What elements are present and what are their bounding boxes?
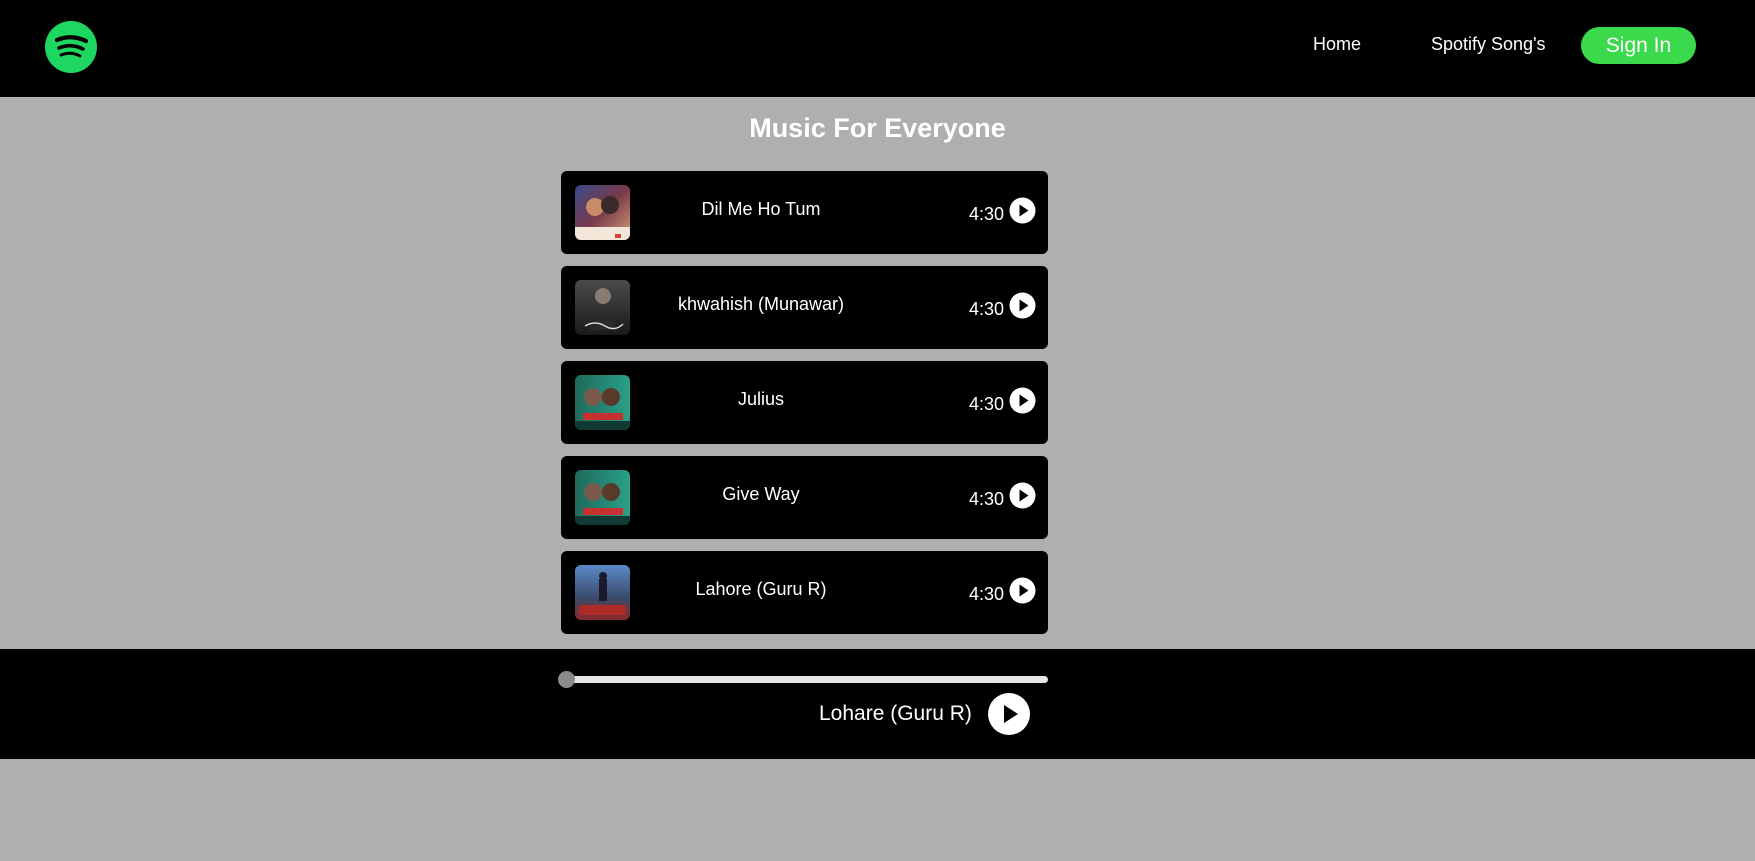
- song-duration: 4:30: [969, 584, 1005, 604]
- spotify-logo-icon[interactable]: [45, 21, 97, 73]
- song-item[interactable]: khwahish (Munawar) 4:30: [561, 266, 1048, 349]
- sign-in-button[interactable]: Sign In: [1581, 27, 1696, 64]
- song-item[interactable]: Lahore (Guru R) 4:30: [561, 551, 1048, 634]
- top-navbar: Home Spotify Song's Sign In: [0, 0, 1755, 97]
- song-title: Julius: [737, 389, 785, 409]
- progress-slider[interactable]: [558, 671, 1048, 688]
- song-title: Dil Me Ho Tum: [701, 199, 821, 219]
- song-duration: 4:30: [969, 394, 1005, 414]
- song-item[interactable]: Julius 4:30: [561, 361, 1048, 444]
- song-item[interactable]: Dil Me Ho Tum 4:30: [561, 171, 1048, 254]
- album-cover-image: [575, 375, 630, 430]
- song-title: Give Way: [722, 484, 800, 504]
- album-cover-image: [575, 280, 630, 335]
- album-cover-image: [575, 470, 630, 525]
- play-circle-icon[interactable]: [988, 693, 1030, 735]
- song-list: Dil Me Ho Tum 4:30 khwahish (Munawar) 4:…: [561, 171, 1048, 646]
- play-circle-icon[interactable]: [1009, 577, 1036, 604]
- progress-thumb[interactable]: [558, 671, 575, 688]
- album-cover-image: [575, 565, 630, 620]
- page-title: Music For Everyone: [749, 113, 1006, 143]
- play-circle-icon[interactable]: [1009, 292, 1036, 319]
- play-circle-icon[interactable]: [1009, 197, 1036, 224]
- play-circle-icon[interactable]: [1009, 387, 1036, 414]
- player-bar: Lohare (Guru R): [0, 649, 1755, 759]
- song-title: khwahish (Munawar): [677, 294, 845, 314]
- play-circle-icon[interactable]: [1009, 482, 1036, 509]
- now-playing-title: Lohare (Guru R): [819, 702, 972, 725]
- song-duration: 4:30: [969, 489, 1005, 509]
- song-title: Lahore (Guru R): [695, 579, 827, 599]
- nav-spotify-songs-link[interactable]: Spotify Song's: [1431, 33, 1546, 55]
- song-duration: 4:30: [969, 204, 1005, 224]
- song-duration: 4:30: [969, 299, 1005, 319]
- nav-home-link[interactable]: Home: [1313, 33, 1361, 55]
- song-item[interactable]: Give Way 4:30: [561, 456, 1048, 539]
- album-cover-image: [575, 185, 630, 240]
